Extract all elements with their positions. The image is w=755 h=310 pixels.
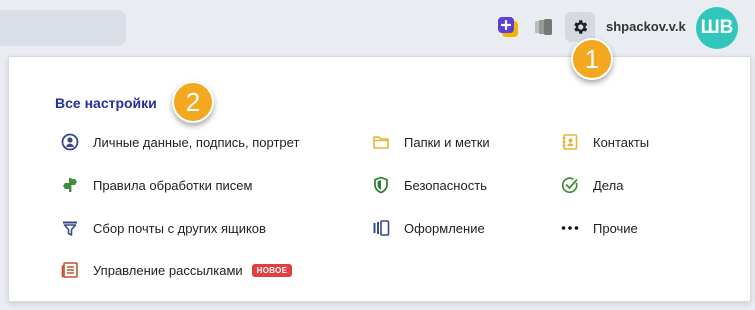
settings-item-newsletters[interactable]: Управление рассылками НОВОЕ	[59, 259, 293, 281]
cards-icon[interactable]	[533, 16, 555, 38]
contacts-icon	[559, 131, 581, 153]
funnel-icon	[59, 217, 81, 239]
settings-item-security[interactable]: Безопасность	[370, 174, 487, 196]
all-settings-link[interactable]: Все настройки	[55, 95, 157, 111]
settings-item-label: Папки и метки	[404, 134, 490, 150]
settings-item-other[interactable]: Прочие	[559, 217, 638, 239]
settings-item-label: Управление рассылками	[93, 262, 243, 278]
settings-item-tasks[interactable]: Дела	[559, 174, 623, 196]
settings-item-label: Безопасность	[404, 177, 487, 193]
avatar[interactable]: ШВ	[696, 7, 738, 49]
top-bar: shpackov.v.k ШВ	[0, 0, 755, 56]
settings-dropdown: Все настройки Личные данные, подпись, по…	[8, 56, 751, 302]
step-marker-2: 2	[172, 81, 214, 123]
settings-item-label: Личные данные, подпись, портрет	[93, 134, 300, 150]
username[interactable]: shpackov.v.k	[606, 19, 686, 34]
more-dots-icon	[559, 217, 581, 239]
settings-item-label: Сбор почты с других ящиков	[93, 220, 266, 236]
settings-item-label: Правила обработки писем	[93, 177, 253, 193]
plus-square-icon[interactable]	[496, 15, 520, 39]
settings-item-personal[interactable]: Личные данные, подпись, портрет	[59, 131, 299, 153]
person-icon	[59, 131, 81, 153]
folder-icon	[370, 131, 392, 153]
gear-icon	[574, 20, 588, 34]
settings-item-collect[interactable]: Сбор почты с других ящиков	[59, 217, 266, 239]
step-marker-1: 1	[571, 38, 613, 80]
settings-item-label: Дела	[593, 177, 624, 193]
settings-item-theme[interactable]: Оформление	[370, 217, 485, 239]
settings-item-label: Прочие	[593, 220, 638, 236]
search-field[interactable]	[0, 10, 126, 46]
settings-item-rules[interactable]: Правила обработки писем	[59, 174, 252, 196]
settings-item-label: Оформление	[404, 220, 485, 236]
shield-icon	[370, 174, 392, 196]
settings-item-label: Контакты	[593, 134, 650, 150]
newsletter-icon	[59, 259, 81, 281]
theme-icon	[370, 217, 392, 239]
filter-rules-icon	[59, 174, 81, 196]
settings-item-folders[interactable]: Папки и метки	[370, 131, 490, 153]
check-circle-icon	[559, 174, 581, 196]
settings-item-contacts[interactable]: Контакты	[559, 131, 649, 153]
new-badge: НОВОЕ	[251, 263, 293, 277]
